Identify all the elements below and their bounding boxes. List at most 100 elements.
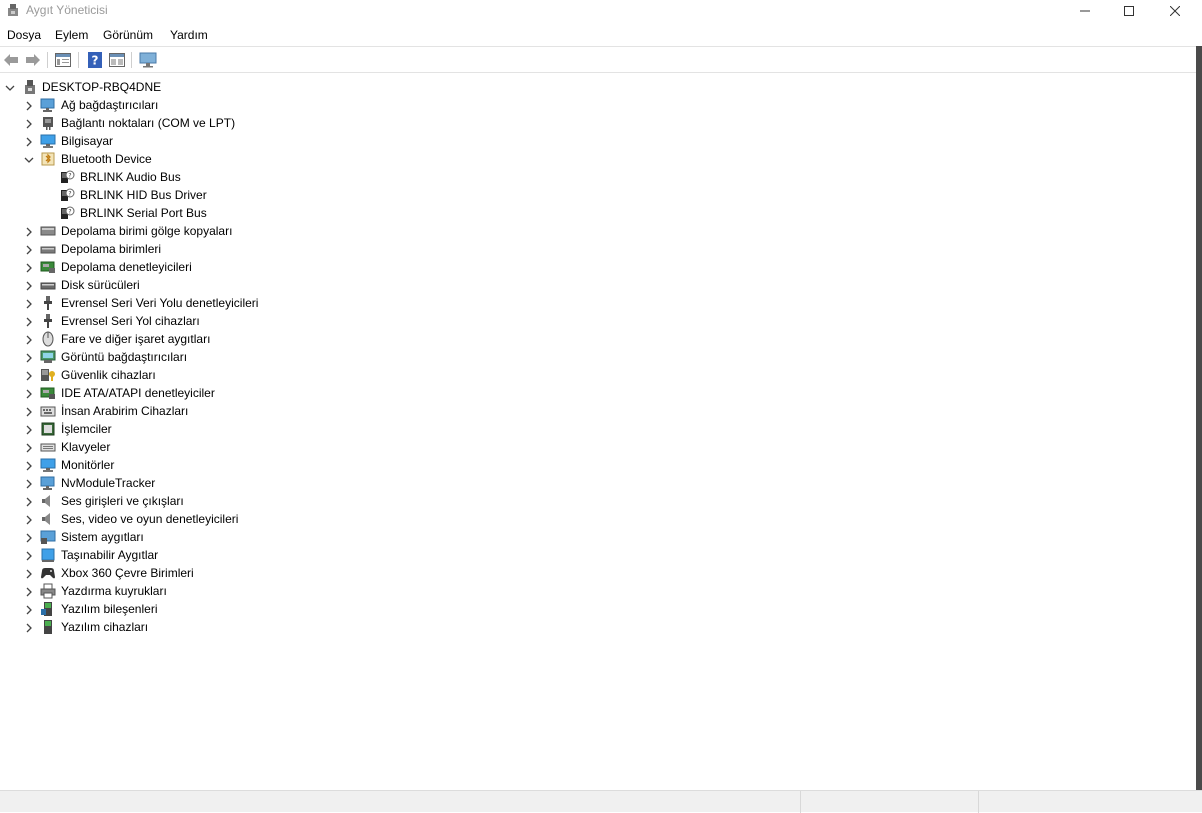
monitor-scan-icon[interactable] — [139, 51, 157, 69]
tree-device-label: BRLINK Audio Bus — [80, 170, 181, 184]
tree-category-label: Depolama birimleri — [61, 242, 162, 256]
tree-root[interactable]: DESKTOP-RBQ4DNE — [0, 78, 600, 96]
tree-category-label: Bilgisayar — [61, 134, 114, 148]
usb-device-icon — [40, 313, 56, 329]
system-device-icon — [40, 529, 56, 545]
tree-device-brlink-hid-bus-driver[interactable]: ? BRLINK HID Bus Driver — [0, 186, 600, 204]
tree-category-bluetooth-device[interactable]: Bluetooth Device — [0, 150, 600, 168]
tree-category-label: Depolama denetleyicileri — [61, 260, 192, 274]
tree-device-label: BRLINK Serial Port Bus — [80, 206, 207, 220]
chevron-right-icon[interactable] — [24, 460, 34, 471]
tree-category-klavyeler[interactable]: Klavyeler — [0, 438, 600, 456]
chevron-right-icon[interactable] — [24, 550, 34, 561]
chevron-right-icon[interactable] — [24, 604, 34, 615]
properties-icon[interactable] — [54, 51, 72, 69]
software-component-icon — [40, 601, 56, 617]
chevron-right-icon[interactable] — [24, 100, 34, 111]
chevron-right-icon[interactable] — [24, 406, 34, 417]
chevron-right-icon[interactable] — [24, 586, 34, 597]
tree-category-depolama-denetleyicileri[interactable]: Depolama denetleyicileri — [0, 258, 600, 276]
tree-category-fare-ve-diger-isaret-aygitlari[interactable]: Fare ve diğer işaret aygıtları — [0, 330, 600, 348]
chevron-right-icon[interactable] — [24, 622, 34, 633]
tree-category-insan-arabirim-cihazlari[interactable]: İnsan Arabirim Cihazları — [0, 402, 600, 420]
device-manager-app-icon — [6, 3, 20, 17]
tree-category-depolama-birimi-golge-kopyalari[interactable]: Depolama birimi gölge kopyaları — [0, 222, 600, 240]
forward-arrow-icon[interactable] — [24, 51, 42, 69]
chevron-right-icon[interactable] — [24, 226, 34, 237]
tree-category-guvenlik-cihazlari[interactable]: Güvenlik cihazları — [0, 366, 600, 384]
tree-category-label: Sistem aygıtları — [61, 530, 144, 544]
tree-category-label: NvModuleTracker — [61, 476, 156, 490]
chevron-right-icon[interactable] — [24, 568, 34, 579]
chevron-right-icon[interactable] — [24, 424, 34, 435]
chevron-right-icon[interactable] — [24, 496, 34, 507]
tree-category-disk-suruculeri[interactable]: Disk sürücüleri — [0, 276, 600, 294]
nvmodule-icon — [40, 475, 56, 491]
tree-category-sistem-aygitlari[interactable]: Sistem aygıtları — [0, 528, 600, 546]
chevron-right-icon[interactable] — [24, 244, 34, 255]
menu-yardim[interactable]: Yardım — [170, 28, 208, 42]
network-adapter-icon — [40, 97, 56, 113]
view-icon[interactable] — [108, 51, 126, 69]
tree-category-evrensel-seri-yol-cihazlari[interactable]: Evrensel Seri Yol cihazları — [0, 312, 600, 330]
chevron-right-icon[interactable] — [24, 514, 34, 525]
close-button[interactable] — [1152, 0, 1198, 22]
back-arrow-icon[interactable] — [2, 51, 20, 69]
tree-category-islemciler[interactable]: İşlemciler — [0, 420, 600, 438]
toolbar-separator — [47, 52, 48, 68]
menu-gorunum[interactable]: Görünüm — [103, 28, 153, 42]
chevron-right-icon[interactable] — [24, 280, 34, 291]
tree-category-goruntu-bagdastiricilari[interactable]: Görüntü bağdaştırıcıları — [0, 348, 600, 366]
unknown-device-icon: ? — [59, 187, 75, 203]
tree-category-ses-girisleri-ve-cikislari[interactable]: Ses girişleri ve çıkışları — [0, 492, 600, 510]
chevron-right-icon[interactable] — [24, 352, 34, 363]
minimize-button[interactable] — [1062, 0, 1108, 22]
tree-category-baglanti-noktalari-com-ve-lpt[interactable]: Bağlantı noktaları (COM ve LPT) — [0, 114, 600, 132]
help-icon[interactable]: ? — [86, 51, 104, 69]
status-bar — [0, 790, 1202, 813]
menu-eylem[interactable]: Eylem — [55, 28, 88, 42]
printer-icon — [40, 583, 56, 599]
chevron-right-icon[interactable] — [24, 298, 34, 309]
svg-text:?: ? — [92, 54, 99, 68]
chevron-down-icon[interactable] — [24, 154, 34, 164]
chevron-right-icon[interactable] — [24, 316, 34, 327]
tree-category-yazdirma-kuyruklari[interactable]: Yazdırma kuyrukları — [0, 582, 600, 600]
chevron-right-icon[interactable] — [24, 118, 34, 129]
tree-category-evrensel-seri-veri-yolu-denetleyicileri[interactable]: Evrensel Seri Veri Yolu denetleyicileri — [0, 294, 600, 312]
tree-category-ide-ata-atapi-denetleyiciler[interactable]: IDE ATA/ATAPI denetleyiciler — [0, 384, 600, 402]
chevron-right-icon[interactable] — [24, 442, 34, 453]
tree-category-nvmoduletracker[interactable]: NvModuleTracker — [0, 474, 600, 492]
svg-text:?: ? — [68, 209, 71, 216]
tree-device-label: BRLINK HID Bus Driver — [80, 188, 207, 202]
chevron-right-icon[interactable] — [24, 136, 34, 147]
tree-device-brlink-serial-port-bus[interactable]: ? BRLINK Serial Port Bus — [0, 204, 600, 222]
tree-category-label: Yazılım cihazları — [61, 620, 149, 634]
tree-device-brlink-audio-bus[interactable]: ? BRLINK Audio Bus — [0, 168, 600, 186]
tree-category-tasinabilir-aygitlar[interactable]: Taşınabilir Aygıtlar — [0, 546, 600, 564]
tree-category-yazilim-bilesenleri[interactable]: Yazılım bileşenleri — [0, 600, 600, 618]
chevron-right-icon[interactable] — [24, 334, 34, 345]
bluetooth-device-icon — [40, 151, 56, 167]
storage-shadow-icon — [40, 223, 56, 239]
tree-category-monitorler[interactable]: Monitörler — [0, 456, 600, 474]
chevron-right-icon[interactable] — [24, 532, 34, 543]
tree-category-ag-bagdastiricilari[interactable]: Ağ bağdaştırıcıları — [0, 96, 600, 114]
chevron-right-icon[interactable] — [24, 370, 34, 381]
menu-separator — [0, 46, 1202, 47]
tree-category-label: Monitörler — [61, 458, 115, 472]
chevron-down-icon[interactable] — [5, 82, 15, 92]
tree-category-yazilim-cihazlari[interactable]: Yazılım cihazları — [0, 618, 600, 636]
chevron-right-icon[interactable] — [24, 478, 34, 489]
tree-category-bilgisayar[interactable]: Bilgisayar — [0, 132, 600, 150]
chevron-right-icon[interactable] — [24, 262, 34, 273]
tree-category-depolama-birimleri[interactable]: Depolama birimleri — [0, 240, 600, 258]
maximize-button[interactable] — [1106, 0, 1152, 22]
tree-category-xbox-360-cevre-birimleri[interactable]: Xbox 360 Çevre Birimleri — [0, 564, 600, 582]
tree-category-ses-video-ve-oyun-denetleyicileri[interactable]: Ses, video ve oyun denetleyicileri — [0, 510, 600, 528]
unknown-device-icon: ? — [59, 205, 75, 221]
chevron-right-icon[interactable] — [24, 388, 34, 399]
tree-root-label: DESKTOP-RBQ4DNE — [42, 80, 162, 94]
menu-dosya[interactable]: Dosya — [7, 28, 41, 42]
hid-icon — [40, 403, 56, 419]
